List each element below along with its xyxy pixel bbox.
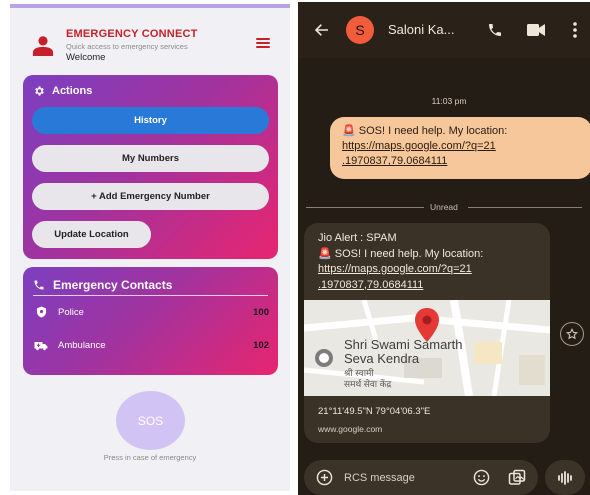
contact-row-ambulance[interactable]: Ambulance 102 [34,337,269,353]
contacts-divider [33,295,268,296]
emoji-icon[interactable] [473,469,490,486]
sos-hint: Press in case of emergency [103,453,197,462]
map-place-name-hindi-line2: समर्थ सेवा केंद्र [344,379,392,389]
message-text: 🚨 SOS! I need help. My location: [342,125,508,137]
shield-icon [34,305,48,319]
location-link[interactable]: https://maps.google.com/?q=21 [342,139,580,154]
unread-divider: Unread [306,202,582,212]
add-emergency-number-button[interactable]: + Add Emergency Number [32,183,269,210]
actions-heading-label: Actions [52,85,93,97]
add-attachment-icon[interactable] [316,469,333,486]
sos-button[interactable]: SOS [116,391,185,450]
location-link[interactable]: https://maps.google.com/?q=21 [318,262,483,278]
actions-heading: Actions [33,83,92,99]
contact-row-police[interactable]: Police 100 [34,304,269,320]
update-location-button[interactable]: Update Location [32,221,151,248]
more-options-icon[interactable] [573,22,577,38]
location-link-cont[interactable]: .1970837,79.0684111 [318,278,483,294]
compose-bar [304,460,538,495]
contacts-heading: Emergency Contacts [33,278,172,292]
map-place-name-line2: Seva Kendra [344,351,420,366]
actions-card: Actions History My Numbers + Add Emergen… [23,75,278,259]
history-button[interactable]: History [32,107,269,134]
contacts-heading-label: Emergency Contacts [53,278,173,292]
contact-number: 100 [253,306,269,318]
unread-label: Unread [430,202,458,212]
incoming-message-text: Jio Alert : SPAM 🚨 SOS! I need help. My … [318,231,483,293]
messages-screen: S Saloni Ka... 11:03 pm 🚨 SOS! I need he… [298,2,590,495]
star-icon[interactable] [560,322,584,346]
avatar[interactable]: S [346,16,374,44]
map-coordinates: 21°11'49.5"N 79°04'06.3"E [318,406,431,417]
emergency-app-screen: EMERGENCY CONNECT Quick access to emerge… [10,4,290,491]
spam-alert-label: Jio Alert : SPAM [318,232,397,244]
map-preview[interactable]: Shri Swami Samarth Seva Kendra श्री स्वा… [304,300,550,396]
app-title: EMERGENCY CONNECT [66,28,198,40]
voice-message-icon[interactable] [545,460,585,495]
contact-number: 102 [253,339,269,351]
back-arrow-icon[interactable] [314,22,330,38]
user-icon [32,36,54,56]
outgoing-message-bubble[interactable]: 🚨 SOS! I need help. My location: https:/… [330,117,590,179]
contact-name: Ambulance [58,339,106,351]
contact-name[interactable]: Saloni Ka... [388,22,455,37]
location-link-cont[interactable]: .1970837,79.0684111 [342,154,580,169]
map-place-name: Shri Swami Samarth [344,337,463,352]
welcome-text: Welcome [66,52,106,63]
app-subtitle: Quick access to emergency services [66,42,188,51]
message-text: 🚨 SOS! I need help. My location: [318,247,484,260]
video-call-icon[interactable] [527,24,545,36]
my-numbers-button[interactable]: My Numbers [32,145,269,172]
ambulance-icon [34,338,48,352]
contact-name: Police [58,306,84,318]
gear-icon [35,86,44,96]
conversation-header: S Saloni Ka... [298,2,590,58]
gallery-icon[interactable] [508,469,526,487]
screenshot-root: EMERGENCY CONNECT Quick access to emerge… [0,0,590,495]
top-accent-bar [10,4,290,8]
link-domain: www.google.com [318,424,383,434]
phone-icon [34,280,44,290]
incoming-message-bubble[interactable]: Jio Alert : SPAM 🚨 SOS! I need help. My … [304,223,550,443]
rcs-message-input[interactable] [344,469,459,486]
app-header: EMERGENCY CONNECT Quick access to emerge… [10,22,290,68]
emergency-contacts-card: Emergency Contacts Police 100 Ambulance … [23,267,278,375]
hamburger-menu-icon[interactable] [256,38,270,50]
call-icon[interactable] [487,22,503,38]
message-timestamp: 11:03 pm [431,96,467,106]
